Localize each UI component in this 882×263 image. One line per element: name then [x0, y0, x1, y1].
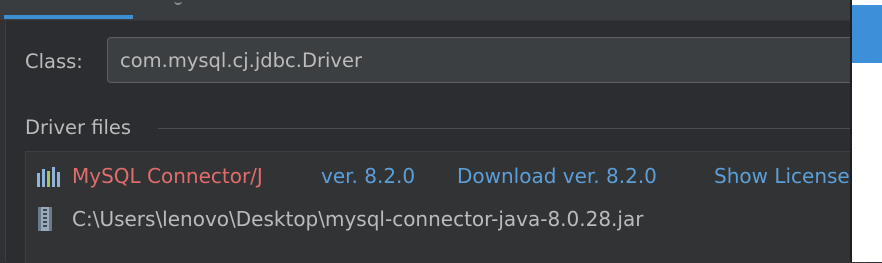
jar-file-icon [37, 207, 53, 231]
class-label: Class: [25, 50, 83, 73]
library-name: MySQL Connector/J [72, 164, 263, 188]
driver-files-list: MySQL Connector/J ver. 8.2.0 Download ve… [25, 151, 866, 263]
side-panel-accent [852, 5, 882, 63]
list-item-jar[interactable]: C:\Users\lenovo\Desktop\mysql-connector-… [26, 205, 866, 235]
left-edge-panel [0, 20, 6, 262]
download-link[interactable]: Download ver. 8.2.0 [457, 163, 657, 189]
show-license-link[interactable]: Show License [714, 163, 850, 189]
side-panel [852, 0, 882, 262]
list-item-library[interactable]: MySQL Connector/J ver. 8.2.0 Download ve… [26, 162, 866, 192]
section-divider [158, 128, 858, 129]
library-icon [37, 167, 61, 187]
library-version: ver. 8.2.0 [321, 164, 416, 188]
active-tab-indicator [4, 15, 133, 19]
tab-label-fragment [174, 0, 182, 5]
class-input[interactable] [107, 37, 867, 83]
tab-strip [0, 0, 852, 21]
driver-files-title: Driver files [25, 116, 132, 139]
jar-path: C:\Users\lenovo\Desktop\mysql-connector-… [72, 207, 644, 231]
